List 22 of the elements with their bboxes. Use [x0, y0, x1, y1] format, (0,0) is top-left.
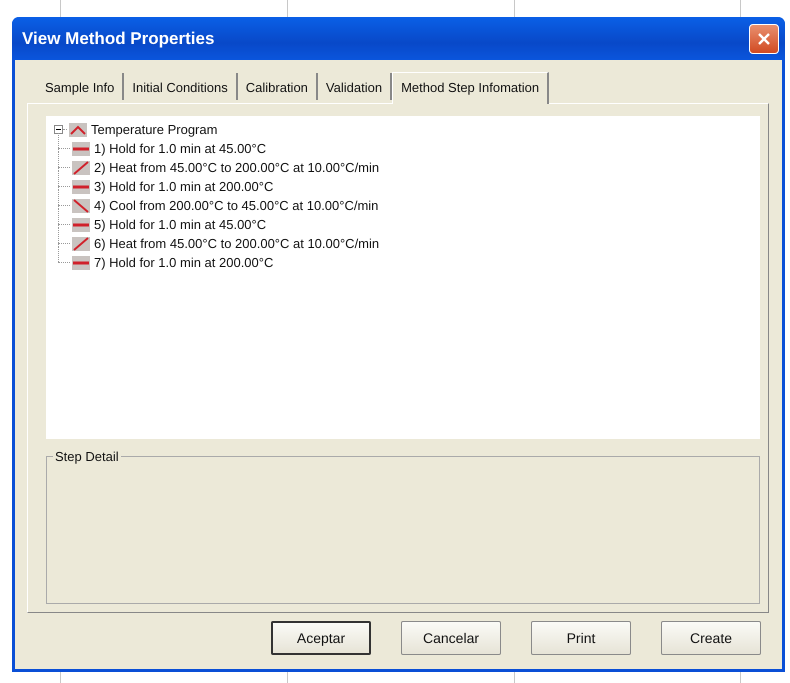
- collapse-icon[interactable]: [54, 125, 63, 134]
- falling-line-icon: [72, 198, 90, 212]
- tree-item[interactable]: 7) Hold for 1.0 min at 200.00°C: [94, 255, 274, 270]
- window-title: View Method Properties: [22, 28, 216, 48]
- close-button[interactable]: [749, 24, 779, 54]
- peak-icon: [69, 122, 87, 136]
- tree-item[interactable]: 6) Heat from 45.00°C to 200.00°C at 10.00°C/min: [94, 236, 380, 251]
- close-icon: [757, 32, 771, 46]
- dialog-button[interactable]: Cancelar: [401, 621, 501, 655]
- tree-item[interactable]: 2) Heat from 45.00°C to 200.00°C at 10.00°C/min: [94, 160, 380, 175]
- rising-line-icon: [72, 160, 90, 174]
- group-title: Step Detail: [54, 449, 120, 464]
- tree-item[interactable]: 4) Cool from 200.00°C to 45.00°C at 10.00°C/min: [94, 198, 378, 213]
- dialog-button[interactable]: Print: [531, 621, 631, 655]
- tree-item[interactable]: Temperature Program: [91, 122, 218, 137]
- rising-line-icon: [72, 236, 90, 250]
- tree-item[interactable]: 5) Hold for 1.0 min at 45.00°C: [94, 217, 266, 232]
- tree-item[interactable]: 1) Hold for 1.0 min at 45.00°C: [94, 141, 266, 156]
- dialog-button[interactable]: Create: [661, 621, 761, 655]
- dialog-button[interactable]: Aceptar: [271, 621, 371, 655]
- tab[interactable]: Method Step Infomation: [392, 72, 550, 104]
- tree-item[interactable]: 3) Hold for 1.0 min at 200.00°C: [94, 179, 274, 194]
